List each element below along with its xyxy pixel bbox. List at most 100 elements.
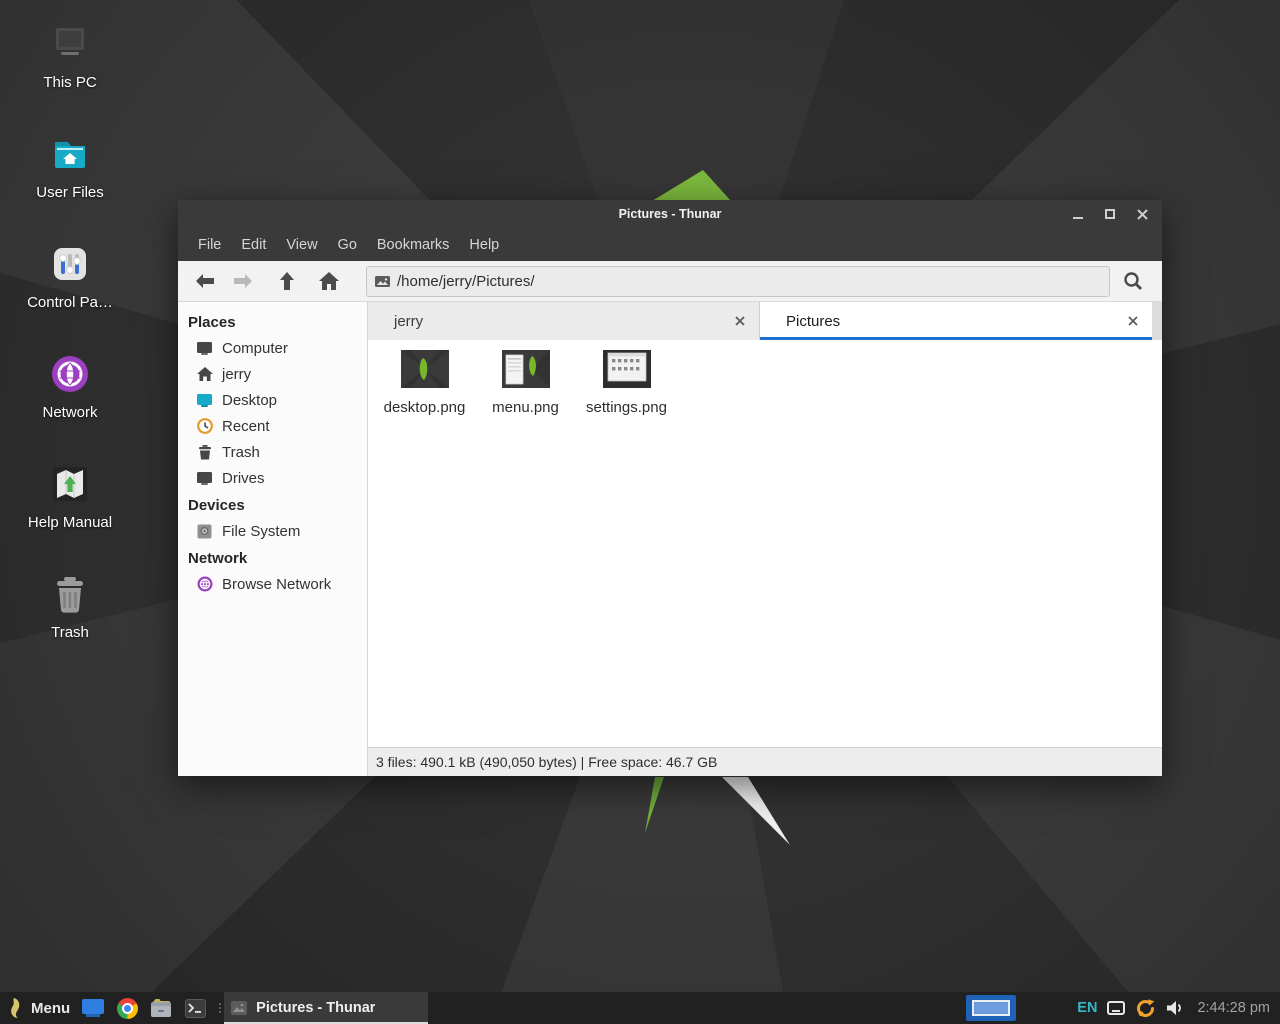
image-thumbnail (401, 350, 449, 388)
window-title: Pictures - Thunar (178, 207, 1162, 221)
thunar-window: Pictures - Thunar File Edit View Go Book… (178, 200, 1162, 776)
window-titlebar[interactable]: Pictures - Thunar (178, 200, 1162, 228)
menu-view[interactable]: View (276, 232, 327, 258)
browse-network-icon (196, 576, 213, 593)
forward-button[interactable] (228, 266, 258, 296)
file-name: desktop.png (374, 399, 475, 416)
file-name: menu.png (475, 399, 576, 416)
desktop-icon-this-pc[interactable]: This PC (18, 22, 122, 91)
sidebar-item-drives[interactable]: Drives (178, 465, 367, 491)
desktop-icon-network[interactable]: Network (18, 352, 122, 421)
desktop-icon-label: This PC (18, 74, 122, 91)
sidebar-header-places: Places (178, 308, 367, 335)
file-manager-icon[interactable] (144, 992, 178, 1024)
network-globe-icon (48, 352, 92, 396)
maximize-button[interactable] (1098, 203, 1122, 225)
menu-help[interactable]: Help (459, 232, 509, 258)
menu-go[interactable]: Go (328, 232, 367, 258)
status-bar: 3 files: 490.1 kB (490,050 bytes) | Free… (368, 747, 1162, 776)
menu-bookmarks[interactable]: Bookmarks (367, 232, 460, 258)
thunar-task-icon (230, 1000, 248, 1016)
file-desktop-png[interactable]: desktop.png (374, 348, 475, 416)
home-button[interactable] (314, 266, 344, 296)
computer-icon (196, 340, 213, 357)
sidebar-item-trash[interactable]: Trash (178, 439, 367, 465)
sidebar-item-recent[interactable]: Recent (178, 413, 367, 439)
update-manager-icon[interactable] (1130, 992, 1161, 1024)
desktop-icon-help-manual[interactable]: Help Manual (18, 462, 122, 531)
search-icon[interactable] (1116, 265, 1150, 297)
sidebar-item-label: Desktop (222, 392, 277, 409)
menubar: File Edit View Go Bookmarks Help (178, 228, 1162, 261)
desktop-icon-label: Trash (18, 624, 122, 641)
taskbar-handle[interactable] (216, 992, 224, 1024)
image-file-icon (375, 275, 390, 288)
tab-jerry[interactable]: jerry (368, 302, 760, 340)
trash-icon (196, 444, 213, 461)
sidebar-item-computer[interactable]: Computer (178, 335, 367, 361)
desktop-icon (196, 392, 213, 409)
tab-label: jerry (394, 313, 731, 330)
tab-close-icon[interactable] (1124, 312, 1142, 330)
sidebar-item-browse-network[interactable]: Browse Network (178, 571, 367, 597)
desktop-icon-label: Control Pa… (18, 294, 122, 311)
mint-menu-icon (8, 997, 23, 1019)
file-menu-png[interactable]: menu.png (475, 348, 576, 416)
sidebar-header-devices: Devices (178, 491, 367, 518)
chrome-icon[interactable] (110, 992, 144, 1024)
file-view[interactable]: desktop.png menu.png (368, 340, 1162, 747)
desktop-icon-label: User Files (18, 184, 122, 201)
path-text: /home/jerry/Pictures/ (397, 273, 535, 290)
file-settings-png[interactable]: settings.png (576, 348, 677, 416)
sidebar-item-file-system[interactable]: File System (178, 518, 367, 544)
tab-label: Pictures (786, 313, 1124, 330)
wallpaper-green-triangle (640, 168, 740, 201)
task-button-label: Pictures - Thunar (256, 1000, 375, 1016)
path-entry[interactable]: /home/jerry/Pictures/ (366, 266, 1110, 297)
trash-icon (48, 572, 92, 616)
language-label: EN (1077, 1000, 1097, 1016)
display-tray-icon[interactable] (1102, 992, 1130, 1024)
home-icon (196, 366, 213, 383)
tab-pictures[interactable]: Pictures (760, 302, 1152, 340)
desktop-wallpaper: This PC User Files Control Pa… Network H… (0, 0, 1280, 1024)
sidebar-item-jerry[interactable]: jerry (178, 361, 367, 387)
terminal-icon[interactable] (178, 992, 212, 1024)
drives-icon (196, 470, 213, 487)
sidebar-item-desktop[interactable]: Desktop (178, 387, 367, 413)
volume-icon[interactable] (1161, 992, 1189, 1024)
menu-file[interactable]: File (188, 232, 231, 258)
close-button[interactable] (1130, 203, 1154, 225)
up-button[interactable] (272, 266, 302, 296)
help-manual-icon (48, 462, 92, 506)
back-button[interactable] (190, 266, 220, 296)
menu-button-label: Menu (31, 1000, 70, 1017)
sidebar: Places Computer jerry Desktop Recent (178, 302, 368, 776)
desktop-icon-control-panel[interactable]: Control Pa… (18, 242, 122, 311)
sidebar-item-label: Drives (222, 470, 265, 487)
desktop-icon-trash[interactable]: Trash (18, 572, 122, 641)
image-thumbnail (502, 350, 550, 388)
tab-close-icon[interactable] (731, 312, 749, 330)
workspace-1[interactable] (972, 1000, 1010, 1016)
workspace-switcher[interactable] (966, 995, 1016, 1021)
menu-button[interactable]: Menu (0, 992, 76, 1024)
task-button-thunar[interactable]: Pictures - Thunar (224, 992, 428, 1024)
keyboard-layout-indicator[interactable]: EN (1072, 992, 1102, 1024)
show-desktop-icon[interactable] (76, 992, 110, 1024)
sidebar-item-label: Browse Network (222, 576, 331, 593)
menu-edit[interactable]: Edit (231, 232, 276, 258)
sidebar-item-label: Recent (222, 418, 270, 435)
sidebar-item-label: jerry (222, 366, 251, 383)
file-name: settings.png (576, 399, 677, 416)
status-text: 3 files: 490.1 kB (490,050 bytes) | Free… (376, 754, 717, 770)
sidebar-item-label: Trash (222, 444, 260, 461)
desktop-icon-user-files[interactable]: User Files (18, 132, 122, 201)
recent-clock-icon (196, 418, 213, 435)
tab-bar: jerry Pictures (368, 302, 1162, 340)
image-thumbnail (603, 350, 651, 388)
taskbar: Menu Pictures - Thunar (0, 992, 1280, 1024)
toolbar: /home/jerry/Pictures/ (178, 261, 1162, 302)
minimize-button[interactable] (1066, 203, 1090, 225)
clock[interactable]: 2:44:28 pm (1189, 1000, 1280, 1016)
